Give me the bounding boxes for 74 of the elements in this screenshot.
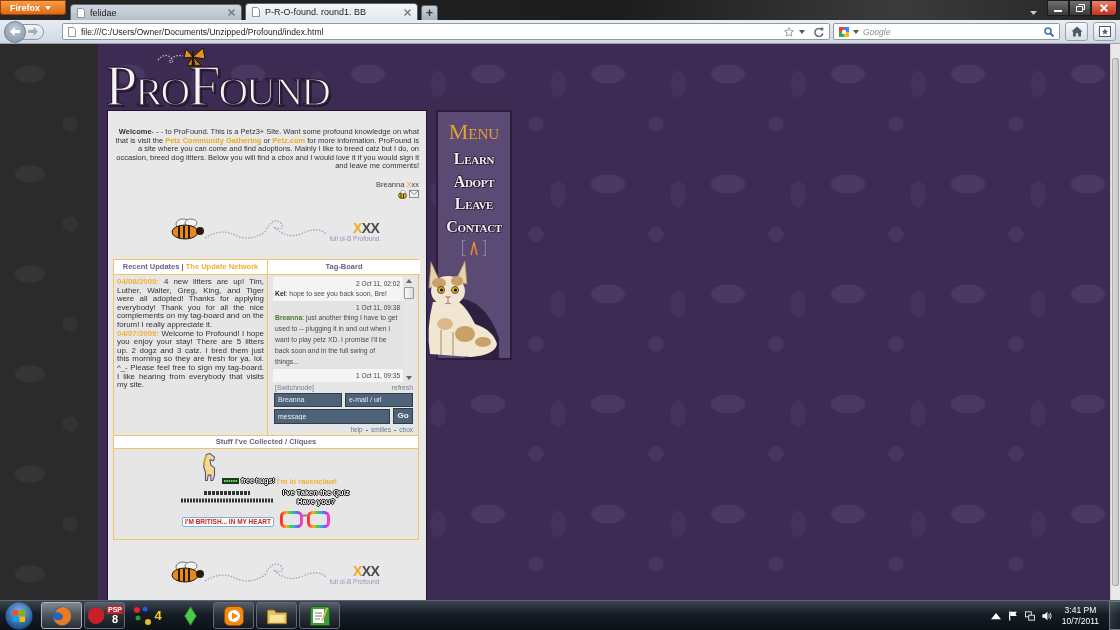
caret-icon [1030, 11, 1037, 15]
taskbar-button[interactable] [41, 602, 82, 629]
bracket-emblem-icon[interactable] [462, 240, 486, 256]
network-icon[interactable] [1024, 610, 1035, 621]
flag-icon[interactable] [1007, 610, 1018, 621]
browser-tab[interactable]: P-R-O-found. round1. BB [245, 3, 418, 20]
taskbar-button[interactable]: 4 [127, 602, 168, 629]
bee-icon[interactable] [398, 189, 407, 199]
browser-tab[interactable]: felidae [70, 4, 242, 20]
paint-splat-icon [86, 605, 106, 626]
taskbar-button[interactable] [256, 602, 297, 629]
caret-icon [45, 5, 51, 10]
notepad-icon [309, 605, 330, 626]
scroll-down-icon[interactable] [406, 375, 412, 380]
scrollbar-thumb[interactable] [404, 286, 414, 299]
minimize-button[interactable] [1047, 0, 1069, 16]
caret-icon[interactable] [853, 29, 859, 34]
page-icon [252, 7, 260, 17]
play-icon [223, 605, 244, 626]
go-button[interactable]: Go [393, 407, 413, 424]
windows-logo-icon [5, 601, 33, 630]
close-window-button[interactable] [1091, 0, 1117, 16]
search-bar[interactable]: Google [833, 23, 1060, 40]
forward-button[interactable] [22, 23, 44, 40]
page-scrollbar[interactable] [1110, 44, 1120, 600]
search-icon[interactable] [1044, 26, 1054, 37]
diamond-icon [184, 605, 197, 626]
butterfly-drawing [157, 46, 207, 68]
scroll-up-icon[interactable] [406, 278, 412, 283]
restore-icon [1075, 4, 1085, 12]
banner-mark-text: XXX [352, 220, 380, 235]
minimize-icon [1054, 9, 1062, 12]
reload-icon[interactable] [814, 26, 824, 37]
dots-icon [133, 605, 154, 626]
show-desktop-button[interactable] [1109, 601, 1120, 630]
bookmarks-icon [1098, 26, 1111, 37]
tab-list-button[interactable] [1030, 11, 1037, 15]
close-icon[interactable] [228, 9, 235, 16]
globe-icon [51, 605, 72, 626]
restore-button[interactable] [1069, 0, 1091, 16]
menu-link[interactable]: Contact [446, 215, 502, 238]
back-arrow-icon [10, 27, 20, 36]
search-field[interactable]: Google [863, 25, 1040, 38]
address-bar[interactable]: file:///C:/Users/Owner/Documents/Unzipped/Profound/index.html [62, 23, 830, 40]
home-icon [1070, 26, 1083, 37]
star-icon[interactable] [784, 26, 794, 37]
glasses-drawing [280, 510, 330, 528]
home-button[interactable] [1065, 22, 1088, 41]
page-icon [68, 26, 76, 37]
clock-button[interactable]: 3:41 PM 10/7/2011 [1058, 604, 1102, 627]
bookmarks-button[interactable] [1093, 22, 1116, 41]
scrollbar-thumb[interactable] [1112, 58, 1119, 586]
menu-link[interactable]: Learn [453, 148, 495, 171]
bee-drawing [168, 559, 205, 584]
close-icon[interactable] [404, 8, 411, 16]
taskbar-button[interactable] [213, 602, 254, 629]
new-tab-button[interactable]: + [421, 5, 438, 20]
page-icon [77, 7, 85, 18]
site-logo: ProFound [105, 61, 329, 111]
menu-title: Menu [448, 121, 500, 143]
banner-mark-text: XXX [352, 563, 380, 578]
google-icon [839, 26, 849, 37]
address-field[interactable]: file:///C:/Users/Owner/Documents/Unzipped/Profound/index.html [81, 25, 779, 38]
menu-link[interactable]: Leave [454, 193, 494, 216]
close-icon [1100, 4, 1108, 12]
forward-arrow-icon [28, 27, 38, 36]
speaker-icon[interactable] [1041, 610, 1052, 621]
menu-link[interactable]: Adopt [453, 170, 495, 193]
bee-drawing [168, 216, 205, 241]
taskbar-button[interactable] [299, 602, 340, 629]
start-button[interactable] [3, 601, 35, 630]
caret-icon[interactable] [799, 29, 805, 34]
blinkie-icon [222, 478, 239, 485]
back-button[interactable] [4, 20, 26, 43]
